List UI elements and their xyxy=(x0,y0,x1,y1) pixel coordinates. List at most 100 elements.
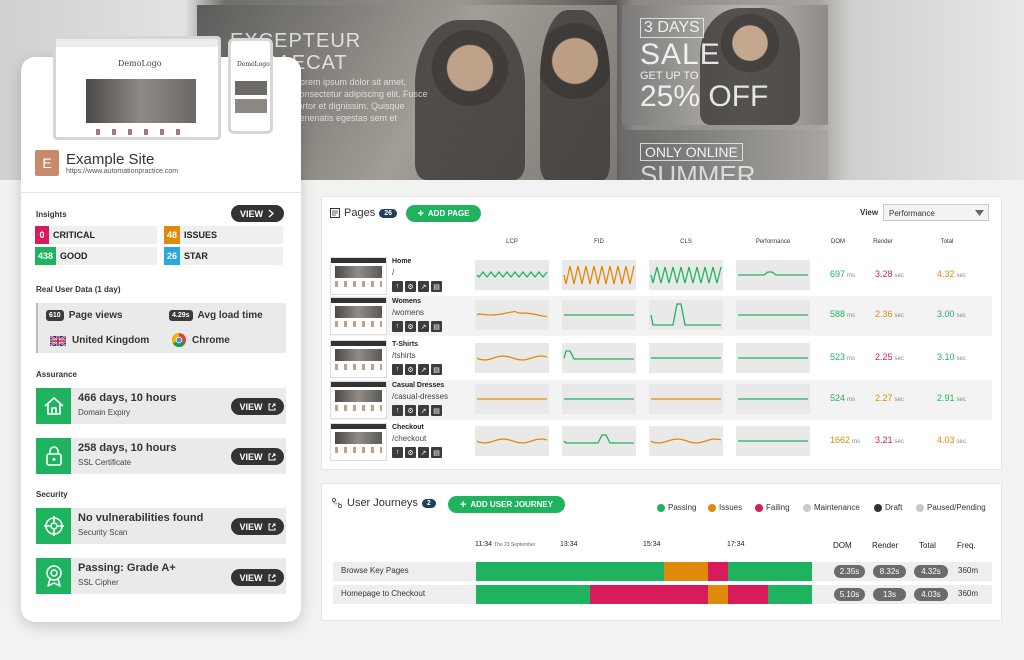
rud-title: Real User Data (1 day) xyxy=(36,285,121,294)
page-row[interactable]: T-Shirts/tshirts ↑ ⚙ ↗ ▤ 523 ms 2.25 sec 3.10 sec xyxy=(330,339,992,379)
gear-icon[interactable]: ⚙ xyxy=(405,364,416,375)
chart-icon[interactable]: ↗ xyxy=(418,364,429,375)
page-thumbnail[interactable] xyxy=(330,423,387,461)
page-name[interactable]: Casual Dresses xyxy=(392,382,444,389)
metric-sparkline xyxy=(562,260,636,290)
page-views: 610 Page views xyxy=(46,310,123,321)
chart-icon[interactable]: ↗ xyxy=(418,405,429,416)
page-thumbnail[interactable] xyxy=(330,381,387,419)
clipboard-icon[interactable]: ▤ xyxy=(431,364,442,375)
timeline-start: 11:34 Thu 23 September xyxy=(475,541,536,548)
external-link-icon xyxy=(268,574,275,581)
journey-name[interactable]: Homepage to Checkout xyxy=(341,589,425,598)
insight-star[interactable]: 26 STAR xyxy=(164,247,283,265)
page-name[interactable]: T-Shirts xyxy=(392,341,418,348)
journey-segment xyxy=(476,585,591,604)
insight-critical[interactable]: 0 CRITICAL xyxy=(35,226,157,244)
journey-segment xyxy=(727,585,769,604)
chart-icon[interactable]: ↗ xyxy=(418,321,429,332)
journey-total: 4.32s xyxy=(914,565,948,578)
arrow-up-icon[interactable]: ↑ xyxy=(392,405,403,416)
security-scan-view-button[interactable]: VIEW xyxy=(231,518,284,535)
metric-sparkline xyxy=(736,260,810,290)
page-thumbnail[interactable] xyxy=(330,340,387,378)
render-time: 3.21 sec xyxy=(875,435,904,445)
ssl-certificate-view-button[interactable]: VIEW xyxy=(231,448,284,465)
summer-word: SUMMER xyxy=(640,160,756,180)
journey-col-total: Total xyxy=(919,541,936,550)
legend-swatch xyxy=(916,503,924,512)
journey-segment xyxy=(768,585,812,604)
page-row[interactable]: Casual Dresses/casual-dresses ↑ ⚙ ↗ ▤ 524 ms 2.… xyxy=(330,380,992,420)
insight-issues[interactable]: 48 ISSUES xyxy=(164,226,283,244)
gear-icon[interactable]: ⚙ xyxy=(405,405,416,416)
gear-icon[interactable]: ⚙ xyxy=(405,447,416,458)
journey-row[interactable]: Browse Key Pages 2.35s 8.32s 4.32s 360m xyxy=(333,562,992,581)
page-thumbnail[interactable] xyxy=(330,297,387,335)
timeline-tick: 17:34 xyxy=(727,541,745,548)
gear-icon[interactable]: ⚙ xyxy=(405,321,416,332)
site-avatar: E xyxy=(35,150,59,176)
total-time: 4.32 sec xyxy=(937,269,966,279)
journey-freq: 360m xyxy=(958,589,979,598)
journey-name[interactable]: Browse Key Pages xyxy=(341,566,409,575)
hero-model-image xyxy=(540,10,610,180)
legend-swatch xyxy=(708,503,716,512)
chart-icon[interactable]: ↗ xyxy=(418,447,429,458)
site-url[interactable]: https://www.automationpractice.com xyxy=(66,168,178,175)
lock-icon xyxy=(45,446,62,466)
col-dom: DOM xyxy=(831,239,845,245)
page-thumbnail[interactable] xyxy=(330,257,387,295)
mobile-preview[interactable]: DemoLogo xyxy=(228,38,273,134)
insight-count: 26 xyxy=(164,247,181,265)
domain-expiry-view-button[interactable]: VIEW xyxy=(231,398,284,415)
journey-segment xyxy=(664,562,708,581)
page-name[interactable]: Womens xyxy=(392,298,421,305)
chevron-right-icon xyxy=(268,209,274,218)
ssl-cipher-view-button[interactable]: VIEW xyxy=(231,569,284,586)
metric-sparkline xyxy=(475,260,549,290)
page-name[interactable]: Home xyxy=(392,258,411,265)
pages-title: Pages xyxy=(344,207,376,219)
journey-segment xyxy=(476,562,665,581)
insights-view-button[interactable]: VIEW xyxy=(231,205,284,222)
online-badge: ONLY ONLINE xyxy=(640,143,743,161)
insight-label: ISSUES xyxy=(184,230,218,240)
add-user-journey-button[interactable]: + ADD USER JOURNEY xyxy=(448,496,565,513)
legend-item: Passing xyxy=(657,503,696,512)
arrow-up-icon[interactable]: ↑ xyxy=(392,321,403,332)
legend-swatch xyxy=(755,503,763,512)
page-path: /checkout xyxy=(392,434,427,443)
house-icon xyxy=(43,397,64,415)
pages-count: 26 xyxy=(379,208,397,218)
total-time: 3.00 sec xyxy=(937,309,966,319)
legend-item: Maintenance xyxy=(803,503,860,512)
metric-sparkline xyxy=(649,426,723,456)
page-name[interactable]: Checkout xyxy=(392,424,424,431)
browser: Chrome xyxy=(172,333,230,347)
view-select[interactable]: Performance xyxy=(883,204,989,221)
gear-icon[interactable]: ⚙ xyxy=(405,281,416,292)
arrow-up-icon[interactable]: ↑ xyxy=(392,364,403,375)
sale-amount: 25% OFF xyxy=(640,80,769,113)
page-row[interactable]: Checkout/checkout ↑ ⚙ ↗ ▤ 1662 ms 3.21 sec 4.03 se… xyxy=(330,422,992,462)
clipboard-icon[interactable]: ▤ xyxy=(431,405,442,416)
pages-icon xyxy=(330,208,340,218)
journey-segment xyxy=(590,585,708,604)
card-divider xyxy=(21,192,301,193)
chart-icon[interactable]: ↗ xyxy=(418,281,429,292)
journey-col-freq: Freq. xyxy=(957,541,976,550)
arrow-up-icon[interactable]: ↑ xyxy=(392,281,403,292)
insight-label: CRITICAL xyxy=(53,230,95,240)
clipboard-icon[interactable]: ▤ xyxy=(431,321,442,332)
page-row[interactable]: Womens/womens ↑ ⚙ ↗ ▤ 588 ms 2.36 sec 3.00 sec xyxy=(330,296,992,336)
clipboard-icon[interactable]: ▤ xyxy=(431,281,442,292)
metric-sparkline xyxy=(475,343,549,373)
desktop-preview[interactable]: DemoLogo xyxy=(53,36,221,140)
add-page-button[interactable]: + ADD PAGE xyxy=(406,205,481,222)
insight-good[interactable]: 438 GOOD xyxy=(35,247,157,265)
journey-row[interactable]: Homepage to Checkout 5.10s 13s 4.03s 360m xyxy=(333,585,992,604)
arrow-up-icon[interactable]: ↑ xyxy=(392,447,403,458)
page-row[interactable]: Home / ↑ ⚙ ↗ ▤ 697 ms 3.28 sec 4.32 sec xyxy=(330,256,992,296)
clipboard-icon[interactable]: ▤ xyxy=(431,447,442,458)
